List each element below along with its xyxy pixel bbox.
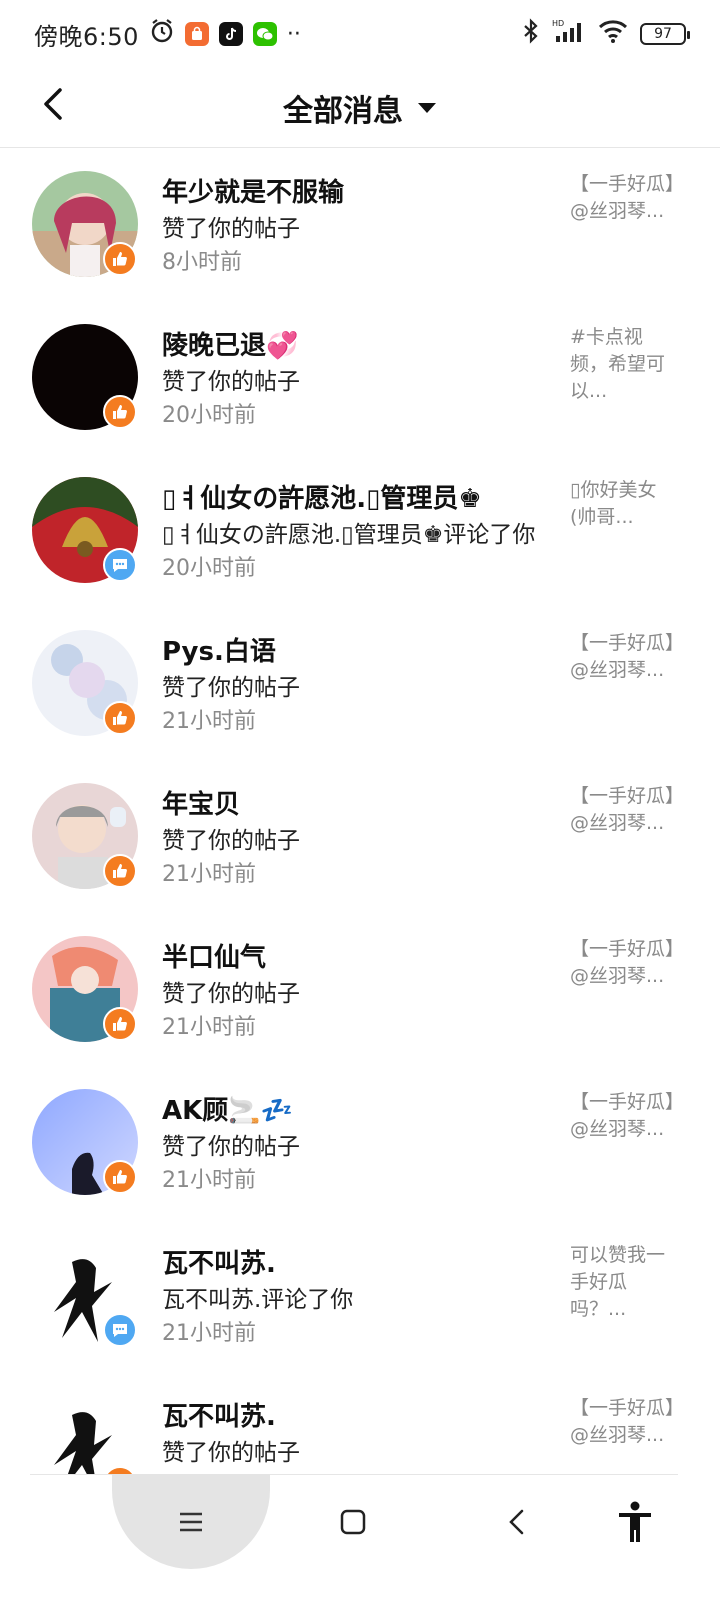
like-icon [103, 395, 137, 429]
message-item[interactable]: 年少就是不服输 赞了你的帖子 8小时前 【一手好瓜】@丝羽琴... [0, 149, 720, 277]
user-name[interactable]: 陵晚已退💞 [162, 325, 298, 362]
signal-icon: HD [552, 18, 586, 50]
shopping-app-icon [184, 22, 209, 46]
user-name[interactable]: ▯ㅕ仙女の許愿池.▯管理员♚ [162, 478, 482, 515]
message-item[interactable]: 年宝贝 赞了你的帖子 21小时前 【一手好瓜】@丝羽琴... [0, 731, 720, 889]
user-name[interactable]: 年少就是不服输 [162, 172, 344, 209]
like-icon [103, 242, 137, 276]
message-item[interactable]: 瓦不叫苏. 赞了你的帖子 【一手好瓜】@丝羽琴... [0, 1343, 720, 1474]
notification-action: 赞了你的帖子 [162, 981, 300, 1007]
user-name[interactable]: AK顾🚬💤 [162, 1090, 293, 1127]
menu-button[interactable] [112, 1474, 270, 1569]
like-icon [103, 854, 137, 888]
notification-action: ▯ㅕ仙女の許愿池.▯管理员♚评论了你 [162, 522, 536, 548]
system-navigation-bar [0, 1474, 720, 1600]
message-item[interactable]: 瓦不叫苏. 瓦不叫苏.评论了你 21小时前 可以赞我一手好瓜吗？... [0, 1190, 720, 1348]
alarm-icon [149, 18, 175, 50]
tiktok-app-icon [218, 22, 243, 46]
post-preview[interactable]: 【一手好瓜】@丝羽琴... [570, 1395, 675, 1449]
status-time: 傍晚6:50 [34, 22, 139, 51]
accessibility-icon [619, 1501, 651, 1542]
user-name[interactable]: 瓦不叫苏. [162, 1396, 276, 1433]
page-title: 全部消息 [283, 93, 403, 129]
message-filter-dropdown[interactable]: 全部消息 [283, 86, 437, 130]
like-icon [103, 701, 137, 735]
comment-icon [103, 548, 137, 582]
chevron-left-icon [509, 1509, 524, 1535]
more-notifications-icon: ·· [286, 21, 301, 47]
message-item[interactable]: Pys.白语 赞了你的帖子 21小时前 【一手好瓜】@丝羽琴... [0, 578, 720, 736]
back-button[interactable] [34, 84, 74, 124]
status-bar: 傍晚6:50 ·· HD 97 [0, 0, 720, 68]
post-preview[interactable]: ▯你好美女(帅哥... [570, 477, 675, 531]
message-item[interactable]: AK顾🚬💤 赞了你的帖子 21小时前 【一手好瓜】@丝羽琴... [0, 1037, 720, 1195]
header: 全部消息 [0, 68, 720, 148]
accessibility-button[interactable] [615, 1501, 655, 1542]
user-name[interactable]: Pys.白语 [162, 631, 276, 668]
bluetooth-icon [522, 18, 540, 50]
battery-indicator: 97 [640, 23, 690, 45]
post-preview[interactable]: 【一手好瓜】@丝羽琴... [570, 783, 675, 837]
post-preview[interactable]: 可以赞我一手好瓜吗？... [570, 1242, 675, 1323]
wifi-icon [598, 19, 628, 49]
like-icon [103, 1007, 137, 1041]
avatar[interactable] [32, 1395, 138, 1474]
post-preview[interactable]: 【一手好瓜】@丝羽琴... [570, 171, 675, 225]
square-icon [340, 1509, 366, 1535]
notification-action: 赞了你的帖子 [162, 1134, 300, 1160]
notification-action: 赞了你的帖子 [162, 216, 300, 242]
svg-text:HD: HD [552, 19, 564, 28]
wechat-app-icon [252, 22, 277, 46]
user-name[interactable]: 半口仙气 [162, 937, 266, 974]
user-name[interactable]: 瓦不叫苏. [162, 1243, 276, 1280]
system-back-button[interactable] [497, 1502, 537, 1542]
message-item[interactable]: ▯ㅕ仙女の許愿池.▯管理员♚ ▯ㅕ仙女の許愿池.▯管理员♚评论了你 20小时前 … [0, 425, 720, 583]
chevron-left-icon [44, 88, 62, 120]
post-preview[interactable]: 【一手好瓜】@丝羽琴... [570, 630, 675, 684]
post-preview[interactable]: #卡点视频，希望可以... [570, 324, 675, 405]
comment-icon [103, 1313, 137, 1347]
post-preview[interactable]: 【一手好瓜】@丝羽琴... [570, 1089, 675, 1143]
home-button[interactable] [333, 1502, 373, 1542]
notification-action: 赞了你的帖子 [162, 369, 300, 395]
caret-down-icon [418, 102, 436, 113]
post-preview[interactable]: 【一手好瓜】@丝羽琴... [570, 936, 675, 990]
notification-action: 赞了你的帖子 [162, 675, 300, 701]
notification-action: 瓦不叫苏.评论了你 [162, 1287, 354, 1313]
message-item[interactable]: 陵晚已退💞 赞了你的帖子 20小时前 #卡点视频，希望可以... [0, 272, 720, 430]
message-list[interactable]: 年少就是不服输 赞了你的帖子 8小时前 【一手好瓜】@丝羽琴... 陵晚已退💞 … [0, 149, 720, 1474]
message-item[interactable]: 半口仙气 赞了你的帖子 21小时前 【一手好瓜】@丝羽琴... [0, 884, 720, 1042]
menu-icon [180, 1512, 202, 1531]
notification-action: 赞了你的帖子 [162, 1440, 300, 1466]
user-name[interactable]: 年宝贝 [162, 784, 240, 821]
like-icon [103, 1160, 137, 1194]
notification-action: 赞了你的帖子 [162, 828, 300, 854]
